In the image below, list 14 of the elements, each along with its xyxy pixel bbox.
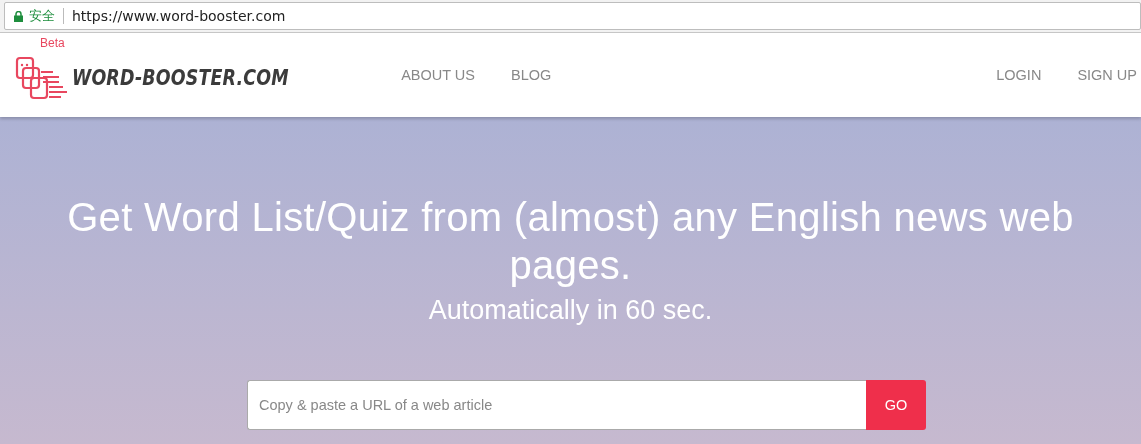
url-text: https://www.word-booster.com	[72, 8, 286, 24]
nav-link[interactable]: LOGIN	[996, 67, 1042, 83]
nav-link[interactable]: SIGN UP	[1077, 67, 1137, 83]
nav-link[interactable]: BLOG	[511, 67, 552, 83]
hero-title: Get Word List/Quiz from (almost) any English news web pages.	[66, 194, 1075, 289]
beta-label: Beta	[40, 36, 65, 50]
lock-icon	[14, 10, 23, 22]
go-button[interactable]: GO	[866, 380, 926, 430]
address-bar[interactable]: 安全 https://www.word-booster.com	[4, 2, 1141, 30]
hero-subtitle: Automatically in 60 sec.	[427, 295, 714, 326]
url-input[interactable]: Copy & paste a URL of a web article	[247, 380, 866, 430]
security-label: 安全	[29, 7, 55, 25]
logo-wordmark: WORD-BOOSTER.COM	[72, 66, 289, 90]
nav-link[interactable]: ABOUT US	[401, 67, 475, 83]
